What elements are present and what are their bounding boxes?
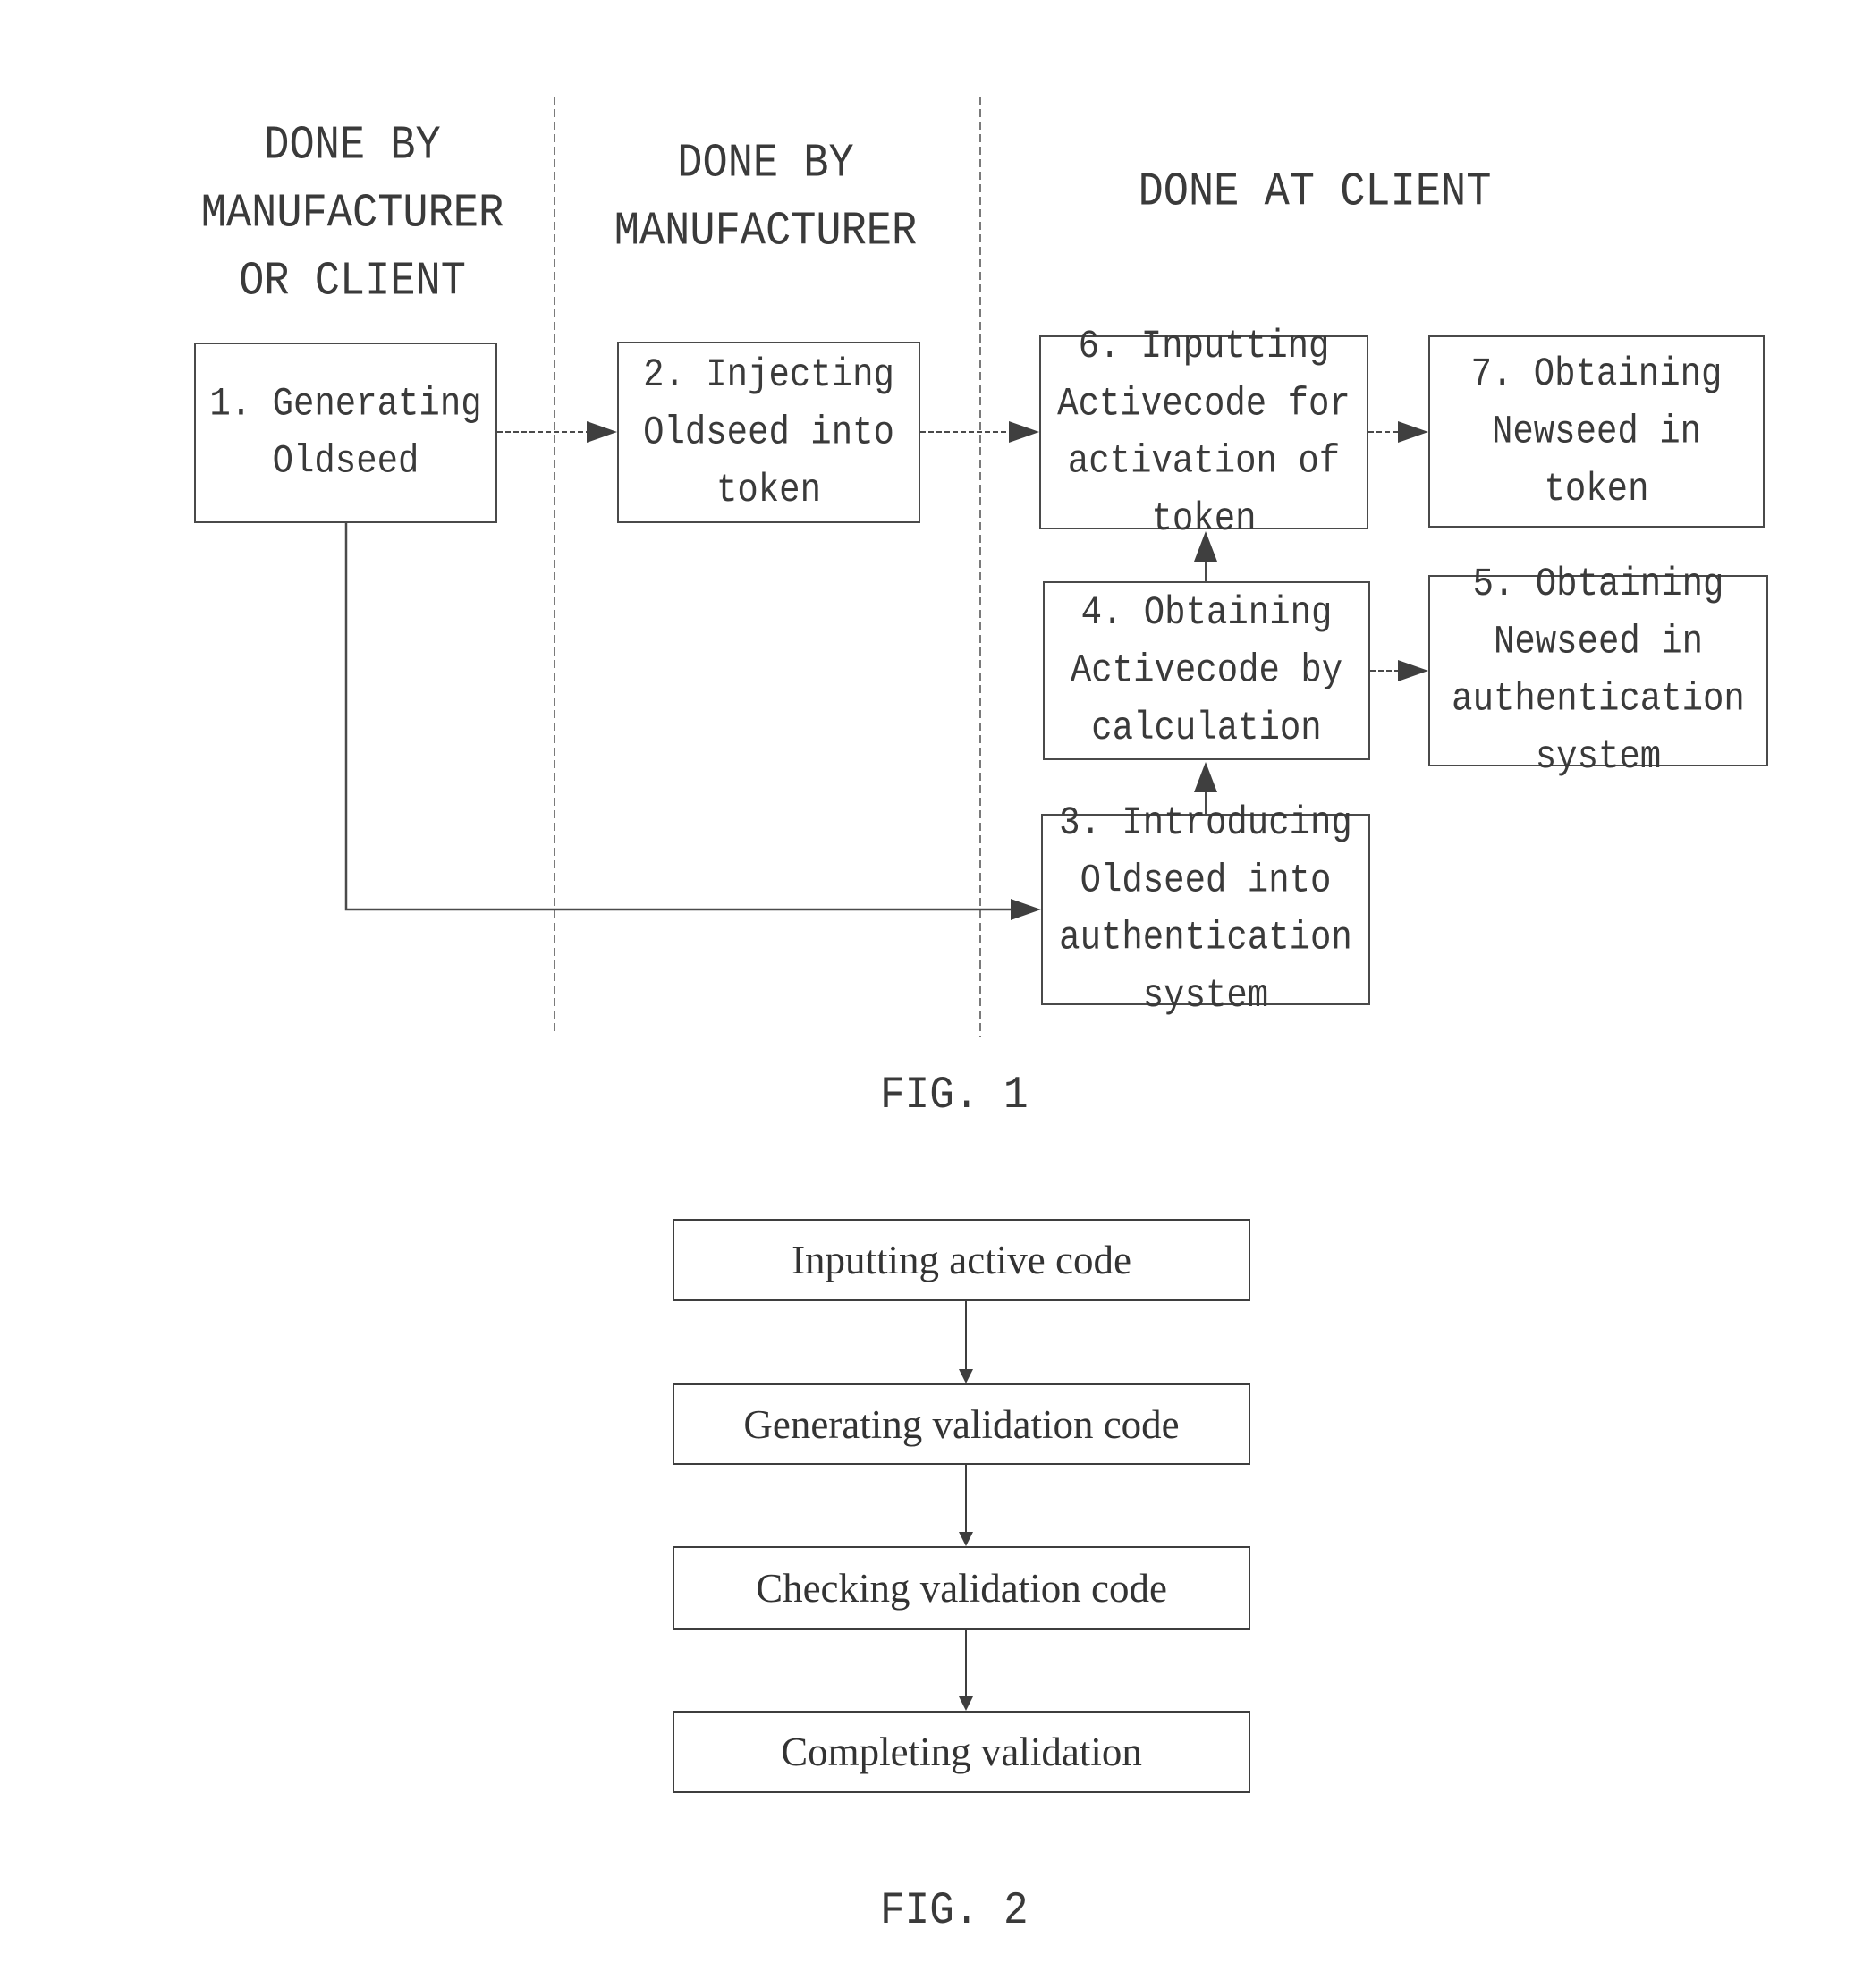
fig2-step-text: Completing validation [781, 1730, 1142, 1774]
arrowhead-icon [587, 421, 617, 443]
step-text: 2. Injecting [643, 351, 894, 398]
fig2-step-inputting-active-code: Inputting active code [673, 1219, 1250, 1301]
arrowhead-icon [959, 1696, 973, 1711]
step-text: activation of [1067, 438, 1341, 484]
flow-arrow-4-to-5 [1370, 660, 1428, 681]
fig2-flow-arrow-1-to-2 [959, 1301, 973, 1383]
step-text: authentication [1452, 676, 1745, 723]
step-3-introducing-oldseed: 3. Introducing Oldseed into authenticati… [1041, 800, 1370, 1019]
step-text: system [1142, 973, 1269, 1019]
step-text: token [716, 467, 821, 513]
fig2-step-text: Inputting active code [792, 1238, 1131, 1282]
step-text: calculation [1091, 706, 1322, 751]
step-text: Oldseed [272, 438, 419, 485]
arrowhead-icon [1398, 421, 1428, 443]
flow-arrow-6-to-7 [1368, 421, 1428, 443]
lane-header-line: DONE BY [677, 137, 854, 191]
step-text: token [1151, 495, 1257, 542]
arrowhead-icon [959, 1532, 973, 1546]
fig2-flow-arrow-2-to-3 [959, 1465, 973, 1546]
step-text: authentication [1059, 915, 1352, 961]
step-text: Oldseed into [1080, 858, 1332, 904]
lane-header-line: MANUFACTURER [614, 206, 918, 259]
arrowhead-icon [1398, 660, 1428, 681]
step-2-injecting-oldseed: 2. Injecting Oldseed into token [617, 342, 920, 523]
step-text: 4. Obtaining [1080, 590, 1333, 636]
lane-header-line: DONE AT CLIENT [1138, 165, 1492, 220]
lane-header-line: MANUFACTURER [200, 188, 504, 241]
fig2-step-completing-validation: Completing validation [673, 1711, 1250, 1793]
lane-header-client: DONE AT CLIENT [1091, 159, 1538, 227]
step-text: 7. Obtaining [1470, 351, 1723, 397]
fig2-step-text: Generating validation code [743, 1401, 1180, 1447]
lane-header-manufacturer: DONE BY MANUFACTURER [587, 131, 944, 266]
step-text: 1. Generating [209, 381, 482, 427]
fig2-step-generating-validation-code: Generating validation code [673, 1383, 1250, 1465]
arrowhead-icon [1009, 421, 1039, 443]
step-text: 5. Obtaining [1472, 562, 1724, 607]
step-1-generating-oldseed: 1. Generating Oldseed [194, 343, 497, 523]
step-text: Newseed in [1493, 619, 1704, 665]
arrowhead-icon [1194, 762, 1217, 792]
fig2-flow-arrow-3-to-4 [959, 1630, 973, 1711]
fig2-step-text: Checking validation code [756, 1566, 1167, 1611]
figure-1-caption: FIG. 1 [880, 1070, 1029, 1121]
step-7-obtaining-newseed-token: 7. Obtaining Newseed in token [1428, 335, 1765, 528]
fig2-step-checking-validation-code: Checking validation code [673, 1546, 1250, 1630]
step-text: system [1535, 734, 1662, 780]
figure-2-caption: FIG. 2 [880, 1885, 1029, 1937]
flow-arrow-1-to-2 [497, 421, 617, 443]
step-4-obtaining-activecode: 4. Obtaining Activecode by calculation [1043, 581, 1370, 760]
step-text: Activecode for [1057, 381, 1351, 427]
lane-header-manufacturer-or-client: DONE BY MANUFACTURER OR CLIENT [174, 113, 531, 317]
step-text: 3. Introducing [1059, 800, 1352, 846]
step-text: token [1544, 466, 1649, 512]
lane-header-line: OR CLIENT [239, 256, 466, 309]
step-5-obtaining-newseed-auth: 5. Obtaining Newseed in authentication s… [1428, 562, 1768, 780]
step-text: Activecode by [1070, 647, 1343, 694]
arrowhead-icon [959, 1369, 973, 1383]
step-text: Newseed in [1491, 409, 1702, 454]
step-text: Oldseed into [643, 410, 894, 455]
step-6-inputting-activecode: 6. Inputting Activecode for activation o… [1039, 324, 1368, 541]
arrowhead-icon [1011, 899, 1041, 920]
flow-arrow-1-to-3 [344, 523, 1041, 920]
lane-header-line: DONE BY [264, 119, 441, 173]
step-text: 6. Inputting [1078, 323, 1330, 369]
